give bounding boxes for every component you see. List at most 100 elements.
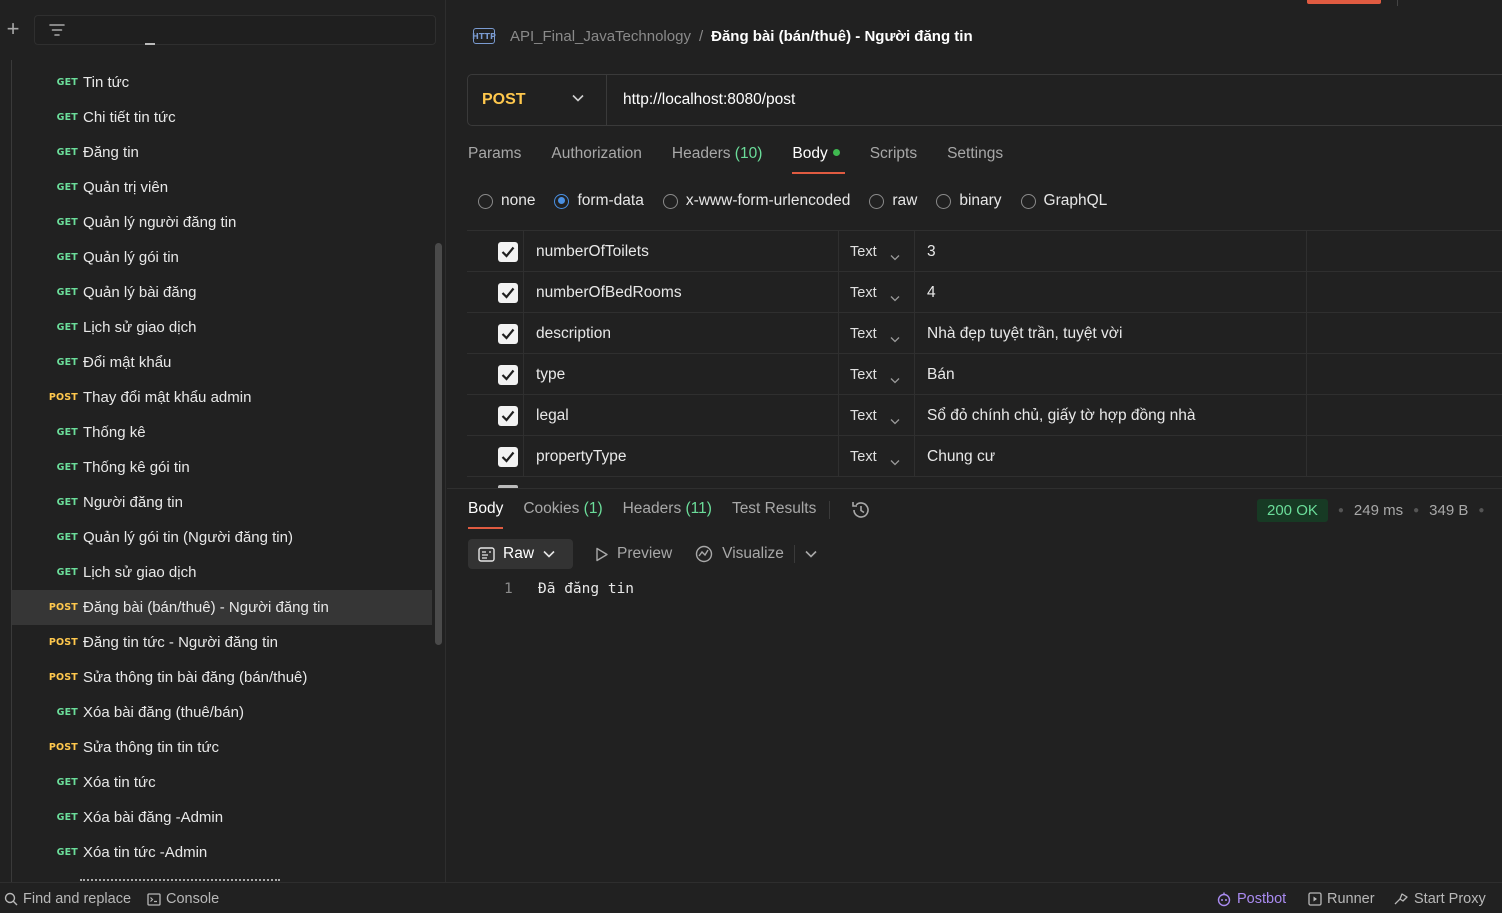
sidebar-request-item[interactable]: GET Lịch sử giao dịch [12, 555, 432, 590]
sidebar-scrollbar[interactable] [435, 243, 442, 645]
row-checkbox[interactable] [498, 365, 518, 385]
filter-input[interactable] [34, 15, 436, 45]
sidebar-request-item[interactable]: GET Xóa tin tức -Admin [12, 835, 432, 870]
method-badge: GET [56, 182, 78, 193]
response-tab-cookies[interactable]: Cookies (1) [523, 500, 602, 530]
type-select[interactable]: Text [839, 313, 915, 354]
body-mode-binary[interactable]: binary [936, 192, 1002, 210]
response-size[interactable]: 349 B [1429, 502, 1468, 519]
radio-button[interactable] [869, 193, 885, 209]
value-cell[interactable]: Nhà đẹp tuyệt trần, tuyệt vời [915, 313, 1307, 354]
sidebar-request-item[interactable]: GET Quản lý gói tin [12, 240, 432, 275]
sidebar-request-item[interactable]: GET Xóa tin tức [12, 765, 432, 800]
type-select[interactable]: Text [839, 436, 915, 477]
method-select[interactable]: POST [468, 75, 607, 125]
body-mode-raw[interactable]: raw [869, 192, 917, 210]
row-checkbox[interactable] [498, 242, 518, 262]
row-checkbox[interactable] [498, 324, 518, 344]
response-tab-body[interactable]: Body [468, 500, 504, 530]
find-replace-button[interactable]: Find and replace [4, 891, 131, 907]
body-mode-x-www-form-urlencoded[interactable]: x-www-form-urlencoded [662, 192, 850, 210]
radio-button[interactable] [936, 193, 952, 209]
key-cell[interactable]: description [524, 313, 839, 354]
console-button[interactable]: Console [147, 891, 219, 907]
sidebar-request-item[interactable]: GET Lịch sử giao dịch [12, 310, 432, 345]
response-divider[interactable] [447, 488, 1502, 489]
modified-dot-icon [832, 149, 840, 156]
sidebar-request-item[interactable]: GET Quản lý người đăng tin [12, 205, 432, 240]
sidebar-request-item[interactable]: GET Tin tức [12, 65, 432, 100]
chevron-down-icon[interactable] [805, 550, 817, 558]
history-icon[interactable] [850, 499, 872, 521]
body-mode-options: none form-data x-www-form-urlencoded raw bin… [478, 191, 1126, 211]
type-select[interactable]: Text [839, 272, 915, 313]
value-cell[interactable]: Bán [915, 354, 1307, 395]
sidebar-request-item[interactable]: POST Đăng tin tức - Người đăng tin [12, 625, 432, 660]
response-toolbar: Raw Preview Visualize [468, 539, 817, 569]
body-mode-graphql[interactable]: GraphQL [1020, 192, 1107, 210]
code-line[interactable]: Đã đăng tin [538, 581, 634, 597]
tab-label: Test Results [731, 500, 817, 517]
tab-scripts[interactable]: Scripts [870, 145, 917, 175]
postbot-button[interactable]: Postbot [1216, 891, 1286, 907]
sidebar-request-item[interactable]: POST Thay đổi mật khẩu admin [12, 380, 432, 415]
tab-params[interactable]: Params [468, 145, 521, 175]
key-cell[interactable]: numberOfToilets [524, 231, 839, 272]
key-cell[interactable]: legal [524, 395, 839, 436]
sidebar-request-item[interactable]: GET Xóa bài đăng (thuê/bán) [12, 695, 432, 730]
sidebar-request-item[interactable]: GET Quản trị viên [12, 170, 432, 205]
key-cell[interactable]: numberOfBedRooms [524, 272, 839, 313]
row-checkbox[interactable] [498, 406, 518, 426]
chevron-down-icon [890, 453, 900, 471]
request-title[interactable]: Đăng bài (bán/thuê) - Người đăng tin [711, 28, 973, 45]
tab-authorization[interactable]: Authorization [551, 145, 641, 175]
body-mode-none[interactable]: none [478, 192, 535, 210]
breadcrumb-collection[interactable]: API_Final_JavaTechnology [510, 28, 691, 45]
add-icon[interactable]: + [4, 18, 22, 40]
sidebar-request-item[interactable]: GET Quản lý bài đăng [12, 275, 432, 310]
radio-button[interactable] [1020, 193, 1036, 209]
preview-button[interactable]: Preview [595, 545, 672, 563]
value-cell[interactable]: Chung cư [915, 436, 1307, 477]
type-select[interactable]: Text [839, 231, 915, 272]
sidebar-request-item[interactable]: GET Đổi mật khẩu [12, 345, 432, 380]
http-icon: HTTP [472, 28, 496, 44]
tab-headers[interactable]: Headers (10) [672, 145, 762, 175]
value-cell[interactable]: Sổ đỏ chính chủ, giấy tờ hợp đồng nhà [915, 395, 1307, 436]
body-mode-form-data[interactable]: form-data [554, 192, 644, 210]
response-tab-test-results[interactable]: Test Results [732, 500, 816, 530]
start-proxy-button[interactable]: Start Proxy [1393, 891, 1486, 907]
type-select[interactable]: Text [839, 395, 915, 436]
radio-button[interactable] [478, 193, 493, 209]
radio-button[interactable] [554, 193, 570, 209]
sidebar-request-item[interactable]: GET Thống kê gói tin [12, 450, 432, 485]
sidebar-request-item[interactable]: POST Sửa thông tin bài đăng (bán/thuê) [12, 660, 432, 695]
url-input[interactable]: http://localhost:8080/post [623, 91, 795, 109]
response-time[interactable]: 249 ms [1354, 502, 1403, 519]
type-select[interactable]: Text [839, 354, 915, 395]
value-cell[interactable]: 3 [915, 231, 1307, 272]
sidebar-request-item[interactable]: POST Đăng bài (bán/thuê) - Người đăng tin [12, 590, 432, 625]
sidebar-request-item[interactable]: GET Xóa bài đăng -Admin [12, 800, 432, 835]
runner-button[interactable]: Runner [1308, 891, 1375, 907]
raw-format-button[interactable]: Raw [468, 539, 574, 569]
response-meta: 200 OK ● 249 ms ● 349 B ● [1257, 498, 1494, 522]
sidebar-request-item[interactable]: POST Sửa thông tin tin tức [12, 730, 432, 765]
status-badge[interactable]: 200 OK [1257, 498, 1328, 522]
tab-body[interactable]: Body [792, 145, 846, 175]
tab-settings[interactable]: Settings [947, 145, 1003, 175]
response-tab-headers[interactable]: Headers (11) [623, 500, 712, 530]
sidebar-request-item[interactable]: GET Quản lý gói tin (Người đăng tin) [12, 520, 432, 555]
row-checkbox[interactable] [498, 447, 518, 467]
row-checkbox[interactable] [498, 283, 518, 303]
request-name: Chi tiết tin tức [83, 109, 176, 126]
sidebar-request-item[interactable]: GET Người đăng tin [12, 485, 432, 520]
visualize-button[interactable]: Visualize [694, 544, 784, 564]
sidebar-request-item[interactable]: GET Chi tiết tin tức [12, 100, 432, 135]
value-cell[interactable]: 4 [915, 272, 1307, 313]
key-cell[interactable]: type [524, 354, 839, 395]
key-cell[interactable]: propertyType [524, 436, 839, 477]
radio-button[interactable] [662, 193, 678, 209]
sidebar-request-item[interactable]: GET Đăng tin [12, 135, 432, 170]
sidebar-request-item[interactable]: GET Thống kê [12, 415, 432, 450]
